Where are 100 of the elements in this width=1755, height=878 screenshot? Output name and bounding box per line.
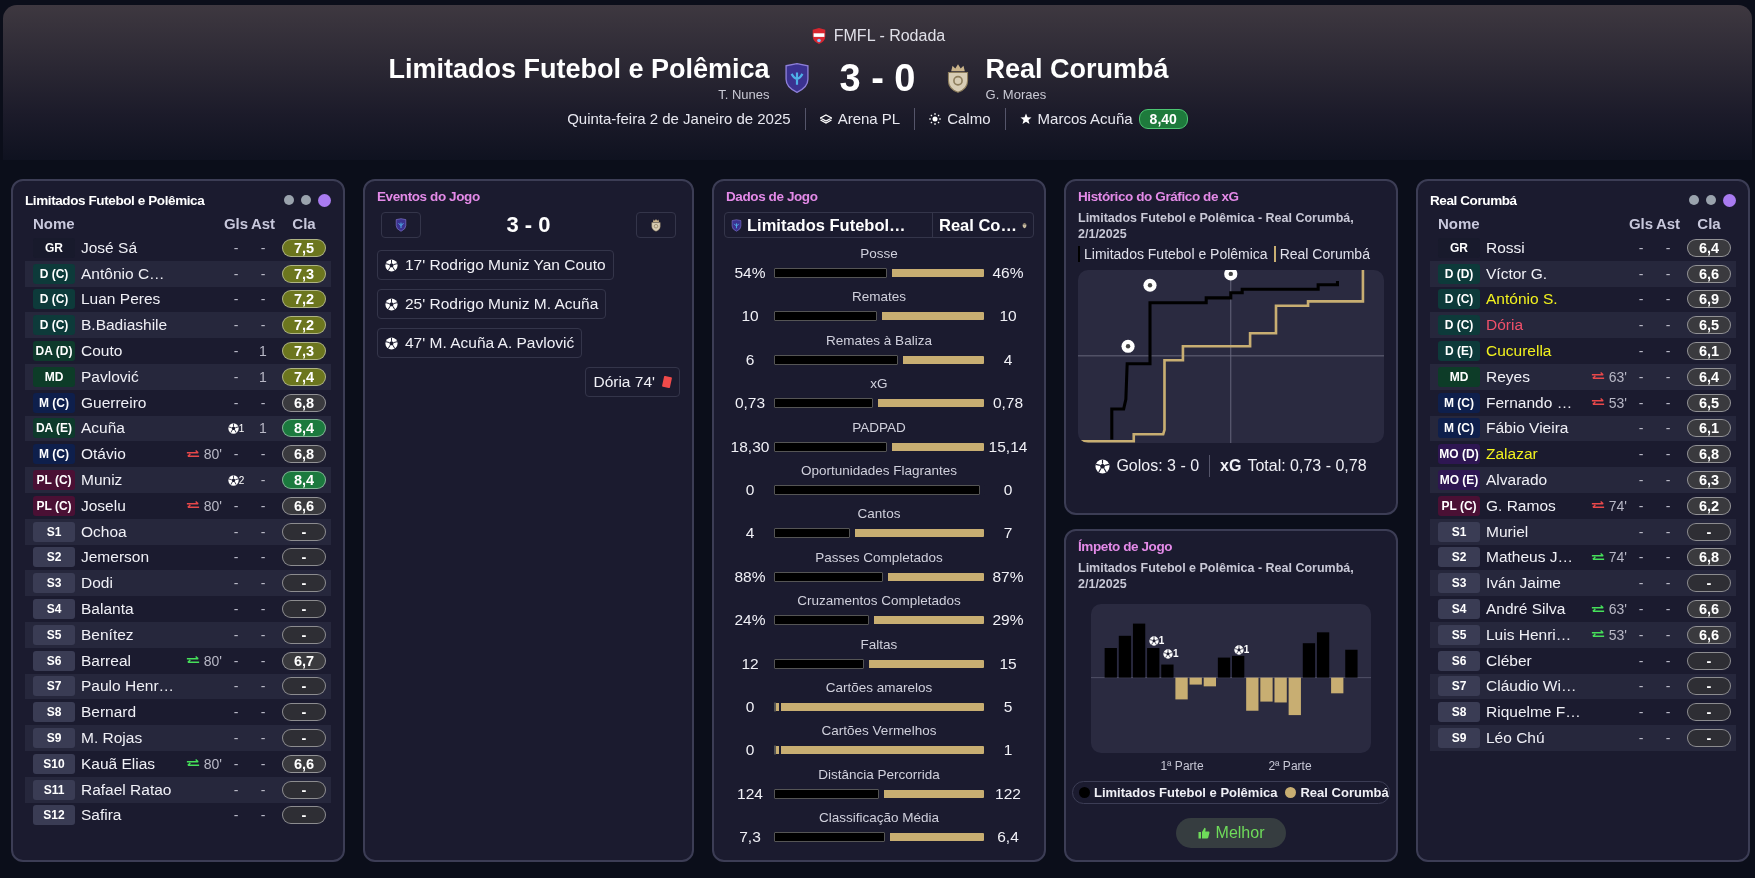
- player-row[interactable]: S7 Paulo Henr… - - -: [25, 673, 331, 700]
- player-row[interactable]: S6 Cléber - - -: [1430, 647, 1736, 674]
- page-dot[interactable]: [1689, 195, 1699, 205]
- page-dot[interactable]: [318, 193, 331, 207]
- player-row[interactable]: S1 Muriel - - -: [1430, 518, 1736, 545]
- goals-value: -: [1638, 549, 1644, 566]
- player-row[interactable]: S9 Léo Chú - - -: [1430, 725, 1736, 751]
- player-row[interactable]: M (C) Guerreiro - - 6,8: [25, 389, 331, 416]
- player-row[interactable]: MD Pavlović - 1 7,4: [25, 364, 331, 390]
- player-row[interactable]: S5 Benítez - - -: [25, 621, 331, 648]
- player-row[interactable]: S7 Cláudio Wi… - - -: [1430, 673, 1736, 700]
- player-row[interactable]: PL (C) Joselu 80' - - 6,6: [25, 492, 331, 519]
- player-row[interactable]: S3 Dodi - - -: [25, 570, 331, 597]
- player-name: Rossi: [1485, 238, 1526, 257]
- player-row[interactable]: S10 Kauã Elias 80' - - 6,6: [25, 750, 331, 777]
- player-row[interactable]: DA (D) Couto - 1 7,3: [25, 338, 331, 364]
- player-row[interactable]: D (C) B.Badiashile - - 7,2: [25, 312, 331, 339]
- rating-pill: 6,7: [282, 651, 326, 670]
- star-icon: [1019, 112, 1032, 125]
- column-header[interactable]: Ast: [1655, 214, 1681, 232]
- column-header[interactable]: Cla: [1684, 214, 1734, 232]
- substitution-minute: 53': [1608, 626, 1627, 643]
- player-row[interactable]: MO (D) Zalazar - - 6,8: [1430, 441, 1736, 468]
- assists-value: -: [1665, 265, 1671, 282]
- player-name: Muniz: [80, 471, 124, 490]
- manager-name[interactable]: T. Nunes: [718, 86, 770, 102]
- player-row[interactable]: S3 Iván Jaime - - -: [1430, 570, 1736, 597]
- rating-pill: 6,2: [1687, 496, 1731, 515]
- event-chip[interactable]: 47' M. Acuña A. Pavlović: [377, 328, 583, 358]
- rating-pill: 6,3: [1687, 471, 1731, 490]
- player-row[interactable]: S9 M. Rojas - - -: [25, 725, 331, 751]
- player-row[interactable]: D (C) Antônio C… - - 7,3: [25, 260, 331, 287]
- stat-label: Passes Completados: [815, 548, 943, 567]
- player-name: Benítez: [80, 625, 135, 644]
- player-row[interactable]: S1 Ochoa - - -: [25, 518, 331, 545]
- player-name: Cucurella: [1485, 342, 1553, 361]
- assists-value: -: [260, 575, 266, 592]
- player-row[interactable]: GR José Sá - - 7,5: [25, 235, 331, 261]
- home-stat-value: 7,3: [738, 828, 762, 847]
- player-row[interactable]: S2 Matheus J… 74' - - 6,8: [1430, 544, 1736, 571]
- away-team-name[interactable]: Real Corumbá: [985, 55, 1169, 85]
- player-name: Balanta: [80, 600, 135, 619]
- player-row[interactable]: PL (C) G. Ramos 74' - - 6,2: [1430, 492, 1736, 519]
- player-name: Zalazar: [1485, 445, 1539, 464]
- home-stat-value: 18,30: [729, 437, 771, 456]
- assists-value: -: [260, 265, 266, 282]
- event-chip[interactable]: Dória 74': [585, 367, 680, 397]
- player-row[interactable]: S6 Barreal 80' - - 6,7: [25, 647, 331, 674]
- player-row[interactable]: S8 Riquelme F… - - -: [1430, 699, 1736, 726]
- position-badge: MO (D): [1438, 444, 1480, 465]
- page-dot[interactable]: [1706, 195, 1716, 205]
- player-row[interactable]: M (C) Fábio Vieira - - 6,1: [1430, 415, 1736, 442]
- assists-value: -: [1665, 601, 1671, 618]
- player-row[interactable]: D (C) Luan Peres - - 7,2: [25, 286, 331, 313]
- goals-value: -: [1638, 394, 1644, 411]
- event-chip[interactable]: 25' Rodrigo Muniz M. Acuña: [377, 289, 607, 319]
- player-row[interactable]: D (C) António S. - - 6,9: [1430, 286, 1736, 313]
- player-row[interactable]: S5 Luis Henri… 53' - - 6,6: [1430, 621, 1736, 648]
- player-row[interactable]: S4 André Silva 63' - - 6,6: [1430, 596, 1736, 622]
- home-stat-value: 0: [744, 697, 756, 716]
- home-team-name[interactable]: Limitados Futebol e Polêmica: [388, 55, 770, 85]
- player-row[interactable]: M (C) Fernando … 53' - - 6,5: [1430, 389, 1736, 416]
- player-name: André Silva: [1485, 600, 1567, 619]
- player-row[interactable]: MO (E) Alvarado - - 6,3: [1430, 467, 1736, 493]
- column-header[interactable]: Cla: [279, 214, 329, 232]
- position-badge: S5: [33, 624, 75, 645]
- rating-pill: -: [282, 625, 326, 644]
- column-header[interactable]: Gls: [1630, 214, 1652, 232]
- event-chip[interactable]: 17' Rodrigo Muniz Yan Couto: [377, 250, 614, 280]
- player-row[interactable]: GR Rossi - - 6,4: [1430, 235, 1736, 261]
- player-row[interactable]: S8 Bernard - - -: [25, 699, 331, 726]
- player-row[interactable]: S2 Jemerson - - -: [25, 544, 331, 571]
- player-name: Antônio C…: [80, 264, 166, 283]
- stat-label: xG: [870, 375, 888, 394]
- column-header[interactable]: Gls: [225, 214, 247, 232]
- goals-value: -: [233, 549, 239, 566]
- page-dot[interactable]: [284, 195, 294, 205]
- best-button[interactable]: Melhor: [1175, 818, 1287, 848]
- column-header[interactable]: Ast: [250, 214, 276, 232]
- player-row[interactable]: S4 Balanta - - -: [25, 596, 331, 622]
- column-header[interactable]: Nome: [33, 214, 165, 232]
- column-header[interactable]: Nome: [1438, 214, 1570, 232]
- page-dot[interactable]: [301, 195, 311, 205]
- player-row[interactable]: S11 Rafael Ratao - - -: [25, 776, 331, 803]
- player-row[interactable]: MD Reyes 63' - - 6,4: [1430, 364, 1736, 390]
- player-row[interactable]: M (C) Otávio 80' - - 6,8: [25, 441, 331, 468]
- rating-pill: 6,6: [1687, 600, 1731, 619]
- player-row[interactable]: D (E) Cucurella - - 6,1: [1430, 338, 1736, 364]
- player-name: Safira: [80, 806, 123, 825]
- player-name: Cláudio Wi…: [1485, 677, 1578, 696]
- substitution-minute: 63': [1608, 601, 1627, 618]
- page-dot[interactable]: [1723, 193, 1736, 207]
- team-selector[interactable]: Limitados Futebol… Real Co…: [724, 212, 1034, 238]
- manager-name[interactable]: G. Moraes: [985, 86, 1047, 102]
- player-row[interactable]: D (D) Víctor G. - - 6,6: [1430, 260, 1736, 287]
- player-row[interactable]: S12 Safira - - -: [25, 802, 331, 829]
- ball-icon: [385, 297, 398, 311]
- rating-pill: 6,8: [282, 445, 326, 464]
- team-name: Real Co…: [939, 215, 1017, 235]
- player-row[interactable]: D (C) Dória - - 6,5: [1430, 312, 1736, 339]
